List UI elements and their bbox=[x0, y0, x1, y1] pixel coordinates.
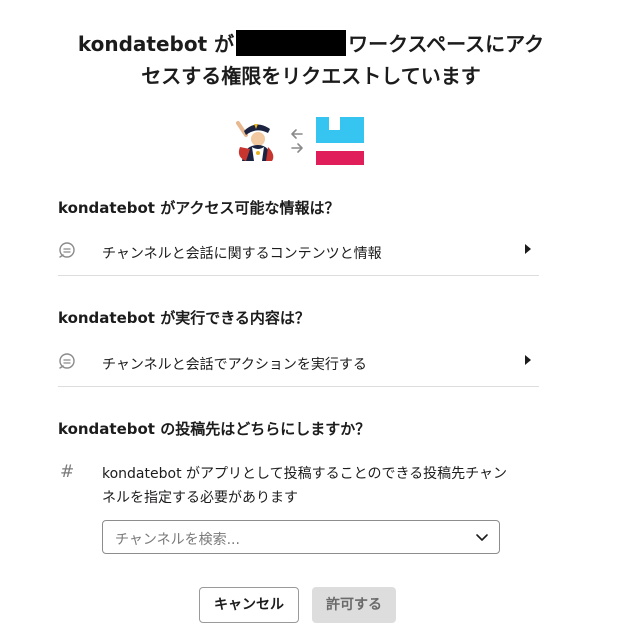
bot-avatar-icon bbox=[232, 117, 278, 163]
post-description: kondatebot がアプリとして投稿することのできる投稿先チャンネルを指定す… bbox=[102, 466, 508, 506]
title-suffix: ワークスペースにアク bbox=[348, 32, 545, 56]
arrows-svg bbox=[291, 129, 303, 153]
actions-row[interactable]: チャンネルと会話でアクションを実行する bbox=[58, 340, 539, 387]
workspace-logo-icon bbox=[316, 117, 364, 165]
caret-right-icon bbox=[525, 244, 531, 254]
hash-channel-icon: # bbox=[60, 462, 75, 482]
chevron-down-icon bbox=[476, 534, 488, 541]
actions-heading: kondatebot が実行できる内容は？ bbox=[58, 309, 310, 327]
swap-arrows-icon bbox=[286, 125, 308, 157]
channel-search-select[interactable]: チャンネルを検索... bbox=[102, 520, 500, 554]
access-info-row[interactable]: チャンネルと会話に関するコンテンツと情報 bbox=[58, 229, 539, 276]
chat-bubble-icon bbox=[59, 242, 75, 258]
chat-bubble-icon bbox=[59, 353, 75, 369]
redacted-workspace-name bbox=[236, 30, 347, 56]
title-line-2: セスする権限をリクエストしています bbox=[141, 64, 481, 88]
allow-button[interactable]: 許可する bbox=[312, 587, 396, 623]
actions-item-label: チャンネルと会話でアクションを実行する bbox=[102, 357, 367, 373]
app-workspace-icons bbox=[230, 115, 370, 167]
title-prefix: kondatebot が bbox=[77, 32, 235, 56]
access-item-label: チャンネルと会話に関するコンテンツと情報 bbox=[102, 246, 382, 262]
access-heading: kondatebot がアクセス可能な情報は？ bbox=[58, 199, 340, 217]
channel-search-placeholder: チャンネルを検索... bbox=[115, 532, 240, 548]
cancel-button[interactable]: キャンセル bbox=[199, 587, 299, 623]
page-title: kondatebot が ワークスペースにアク セスする権限をリクエストしています bbox=[40, 28, 582, 92]
post-heading: kondatebot の投稿先はどちらにしますか？ bbox=[58, 420, 371, 438]
caret-right-icon bbox=[525, 355, 531, 365]
